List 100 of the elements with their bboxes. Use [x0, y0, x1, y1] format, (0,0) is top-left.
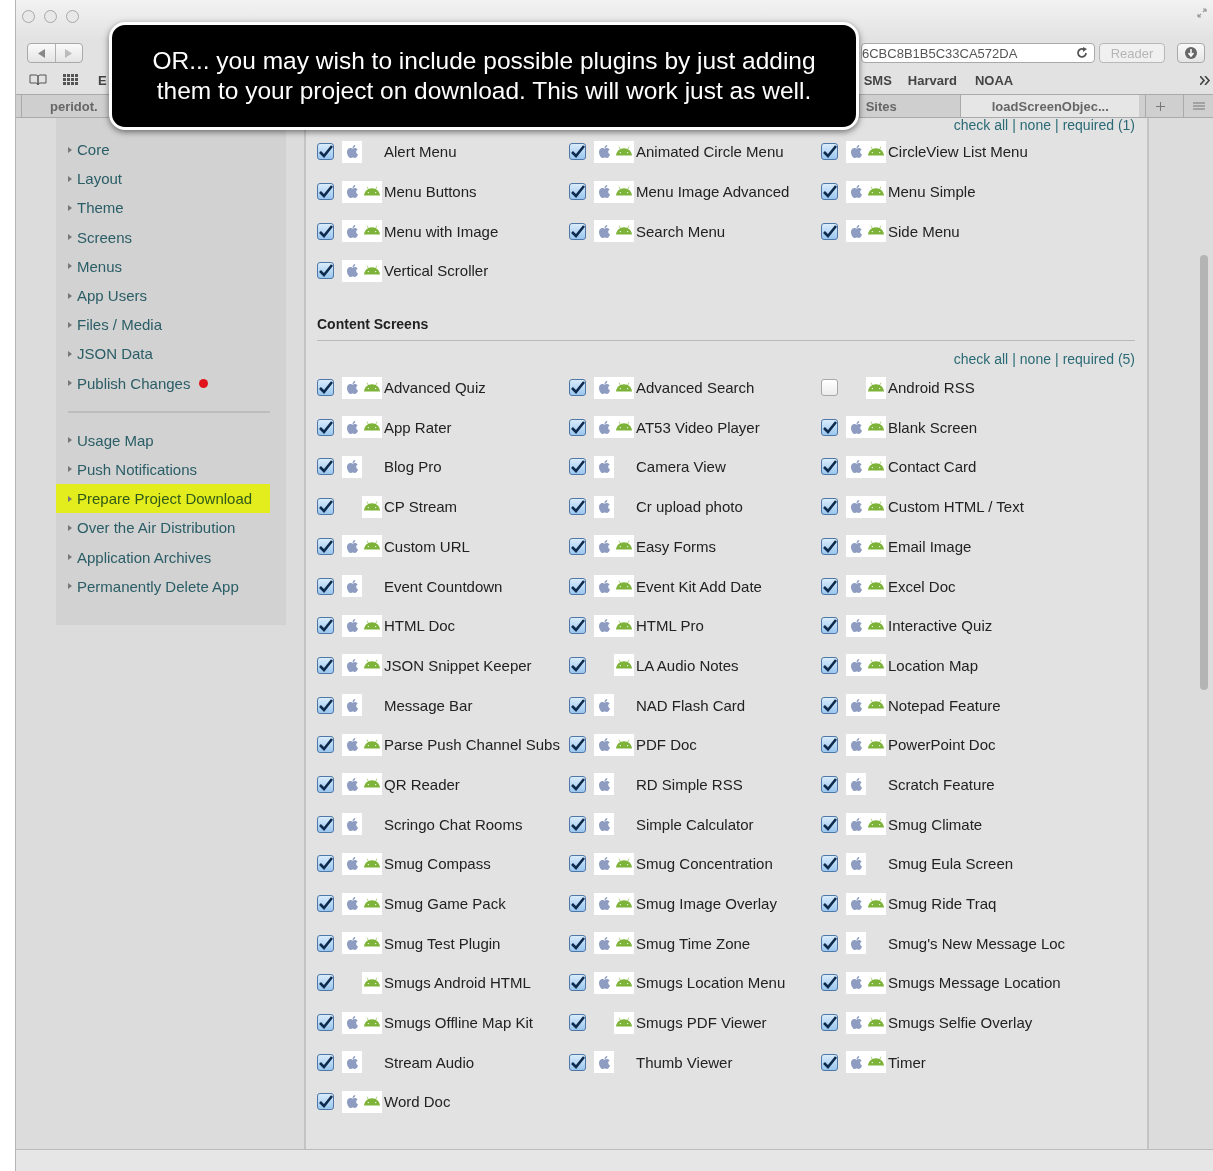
plugin-checkbox[interactable]: [317, 934, 334, 952]
plugin-checkbox[interactable]: [317, 418, 334, 436]
more-bookmarks-icon[interactable]: [1200, 75, 1211, 85]
plugin-checkbox[interactable]: [821, 1014, 838, 1032]
selection-link[interactable]: none: [1019, 349, 1051, 368]
sidebar-label: Theme: [77, 199, 124, 217]
plugin-checkbox[interactable]: [821, 855, 838, 873]
plugin-checkbox[interactable]: [569, 577, 586, 595]
sidebar-item[interactable]: Push Notifications: [68, 454, 268, 485]
plugin-checkbox[interactable]: [569, 815, 586, 833]
bookmark-link[interactable]: NOAA: [975, 72, 1014, 88]
plugin-checkbox[interactable]: [821, 183, 838, 201]
plugin-checkbox[interactable]: [821, 458, 838, 476]
plugin-checkbox[interactable]: [569, 736, 586, 754]
sidebar-item[interactable]: Core: [68, 135, 268, 165]
download-button[interactable]: [1177, 43, 1205, 63]
browser-tab[interactable]: loadScreenObjec...: [960, 95, 1140, 117]
plugin-checkbox[interactable]: [317, 974, 334, 992]
plugin-checkbox[interactable]: [821, 656, 838, 674]
plugin-checkbox[interactable]: [821, 617, 838, 635]
plugin-checkbox[interactable]: [821, 895, 838, 913]
plugin-checkbox[interactable]: [821, 815, 838, 833]
plugin-checkbox[interactable]: [821, 934, 838, 952]
plugin-checkbox[interactable]: [821, 222, 838, 240]
plugin-checkbox[interactable]: [317, 379, 334, 397]
plugin-checkbox[interactable]: [317, 1053, 334, 1071]
plugin-checkbox[interactable]: [317, 1093, 334, 1111]
plugin-checkbox[interactable]: [821, 775, 838, 793]
sidebar-item[interactable]: Screens: [68, 222, 268, 252]
plugin-checkbox[interactable]: [569, 895, 586, 913]
address-field[interactable]: 6CBC8B1B5C33CA572DA: [861, 43, 1095, 63]
plugin-checkbox[interactable]: [317, 617, 334, 635]
sidebar-item[interactable]: Usage Map: [68, 425, 268, 455]
plugin-checkbox[interactable]: [569, 222, 586, 240]
plugin-checkbox[interactable]: [317, 143, 334, 161]
selection-link[interactable]: check all: [953, 118, 1009, 132]
plugin-checkbox[interactable]: [569, 379, 586, 397]
plugin-checkbox[interactable]: [821, 577, 838, 595]
plugin-checkbox[interactable]: [569, 537, 586, 555]
sidebar-item[interactable]: Prepare Project Download: [56, 484, 270, 514]
plugin-checkbox[interactable]: [821, 736, 838, 754]
plugin-checkbox[interactable]: [569, 656, 586, 674]
plugin-checkbox[interactable]: [317, 1014, 334, 1032]
plugin-checkbox[interactable]: [569, 974, 586, 992]
sidebar-item[interactable]: App Users: [68, 280, 268, 311]
plugin-checkbox[interactable]: [317, 855, 334, 873]
sidebar-item[interactable]: Files / Media: [68, 310, 268, 340]
plugin-name: Excel Doc: [888, 577, 956, 595]
plugin-checkbox[interactable]: [821, 379, 838, 397]
plugin-checkbox[interactable]: [317, 775, 334, 793]
plugin-checkbox[interactable]: [821, 143, 838, 161]
sidebar-item[interactable]: Application Archives: [68, 542, 268, 572]
plugin-checkbox[interactable]: [569, 934, 586, 952]
book-icon[interactable]: [29, 74, 47, 86]
sidebar-item[interactable]: Permanently Delete App: [68, 571, 268, 601]
grid-icon[interactable]: [63, 74, 79, 86]
plugin-checkbox[interactable]: [569, 458, 586, 476]
plugin-checkbox[interactable]: [821, 696, 838, 714]
bookmark-link[interactable]: SMS: [863, 72, 892, 88]
plugin-checkbox[interactable]: [821, 498, 838, 516]
plugin-checkbox[interactable]: [317, 895, 334, 913]
plugin-checkbox[interactable]: [821, 1053, 838, 1071]
plugin-checkbox[interactable]: [569, 183, 586, 201]
plugin-checkbox[interactable]: [569, 855, 586, 873]
plugin-checkbox[interactable]: [317, 458, 334, 476]
plugin-checkbox[interactable]: [317, 498, 334, 516]
sidebar-item[interactable]: JSON Data: [68, 339, 268, 369]
plugin-checkbox[interactable]: [317, 262, 334, 280]
sidebar-item[interactable]: Over the Air Distribution: [68, 513, 268, 543]
plugin-checkbox[interactable]: [317, 537, 334, 555]
sidebar-item[interactable]: Layout: [68, 164, 268, 194]
plugin-checkbox[interactable]: [317, 222, 334, 240]
plugin-checkbox[interactable]: [317, 736, 334, 754]
plugin-checkbox[interactable]: [569, 696, 586, 714]
bookmark-link[interactable]: Harvard: [907, 72, 957, 88]
selection-link[interactable]: required (1): [1062, 118, 1135, 132]
sidebar-item[interactable]: Theme: [68, 193, 268, 223]
plugin-checkbox[interactable]: [821, 974, 838, 992]
plugin-checkbox[interactable]: [317, 696, 334, 714]
plugin-checkbox[interactable]: [821, 418, 838, 436]
plugin-checkbox[interactable]: [317, 183, 334, 201]
plugin-checkbox[interactable]: [569, 1053, 586, 1071]
sidebar-item[interactable]: Publish Changes: [68, 368, 268, 398]
selection-link[interactable]: required (5): [1062, 349, 1135, 368]
bookmark-link[interactable]: E: [98, 72, 107, 88]
plugin-checkbox[interactable]: [821, 537, 838, 555]
selection-link[interactable]: none: [1019, 118, 1051, 132]
plugin-checkbox[interactable]: [317, 656, 334, 674]
sidebar-item[interactable]: Menus: [68, 251, 268, 281]
plugin-checkbox[interactable]: [317, 577, 334, 595]
plugin-checkbox[interactable]: [569, 617, 586, 635]
plugin-checkbox[interactable]: [569, 498, 586, 516]
scrollbar-thumb[interactable]: [1200, 255, 1208, 690]
plugin-checkbox[interactable]: [569, 418, 586, 436]
selection-link[interactable]: check all: [953, 349, 1009, 368]
plugin-checkbox[interactable]: [317, 815, 334, 833]
plugin-checkbox[interactable]: [569, 143, 586, 161]
reload-icon[interactable]: [1076, 47, 1088, 59]
plugin-checkbox[interactable]: [569, 775, 586, 793]
plugin-checkbox[interactable]: [569, 1014, 586, 1032]
